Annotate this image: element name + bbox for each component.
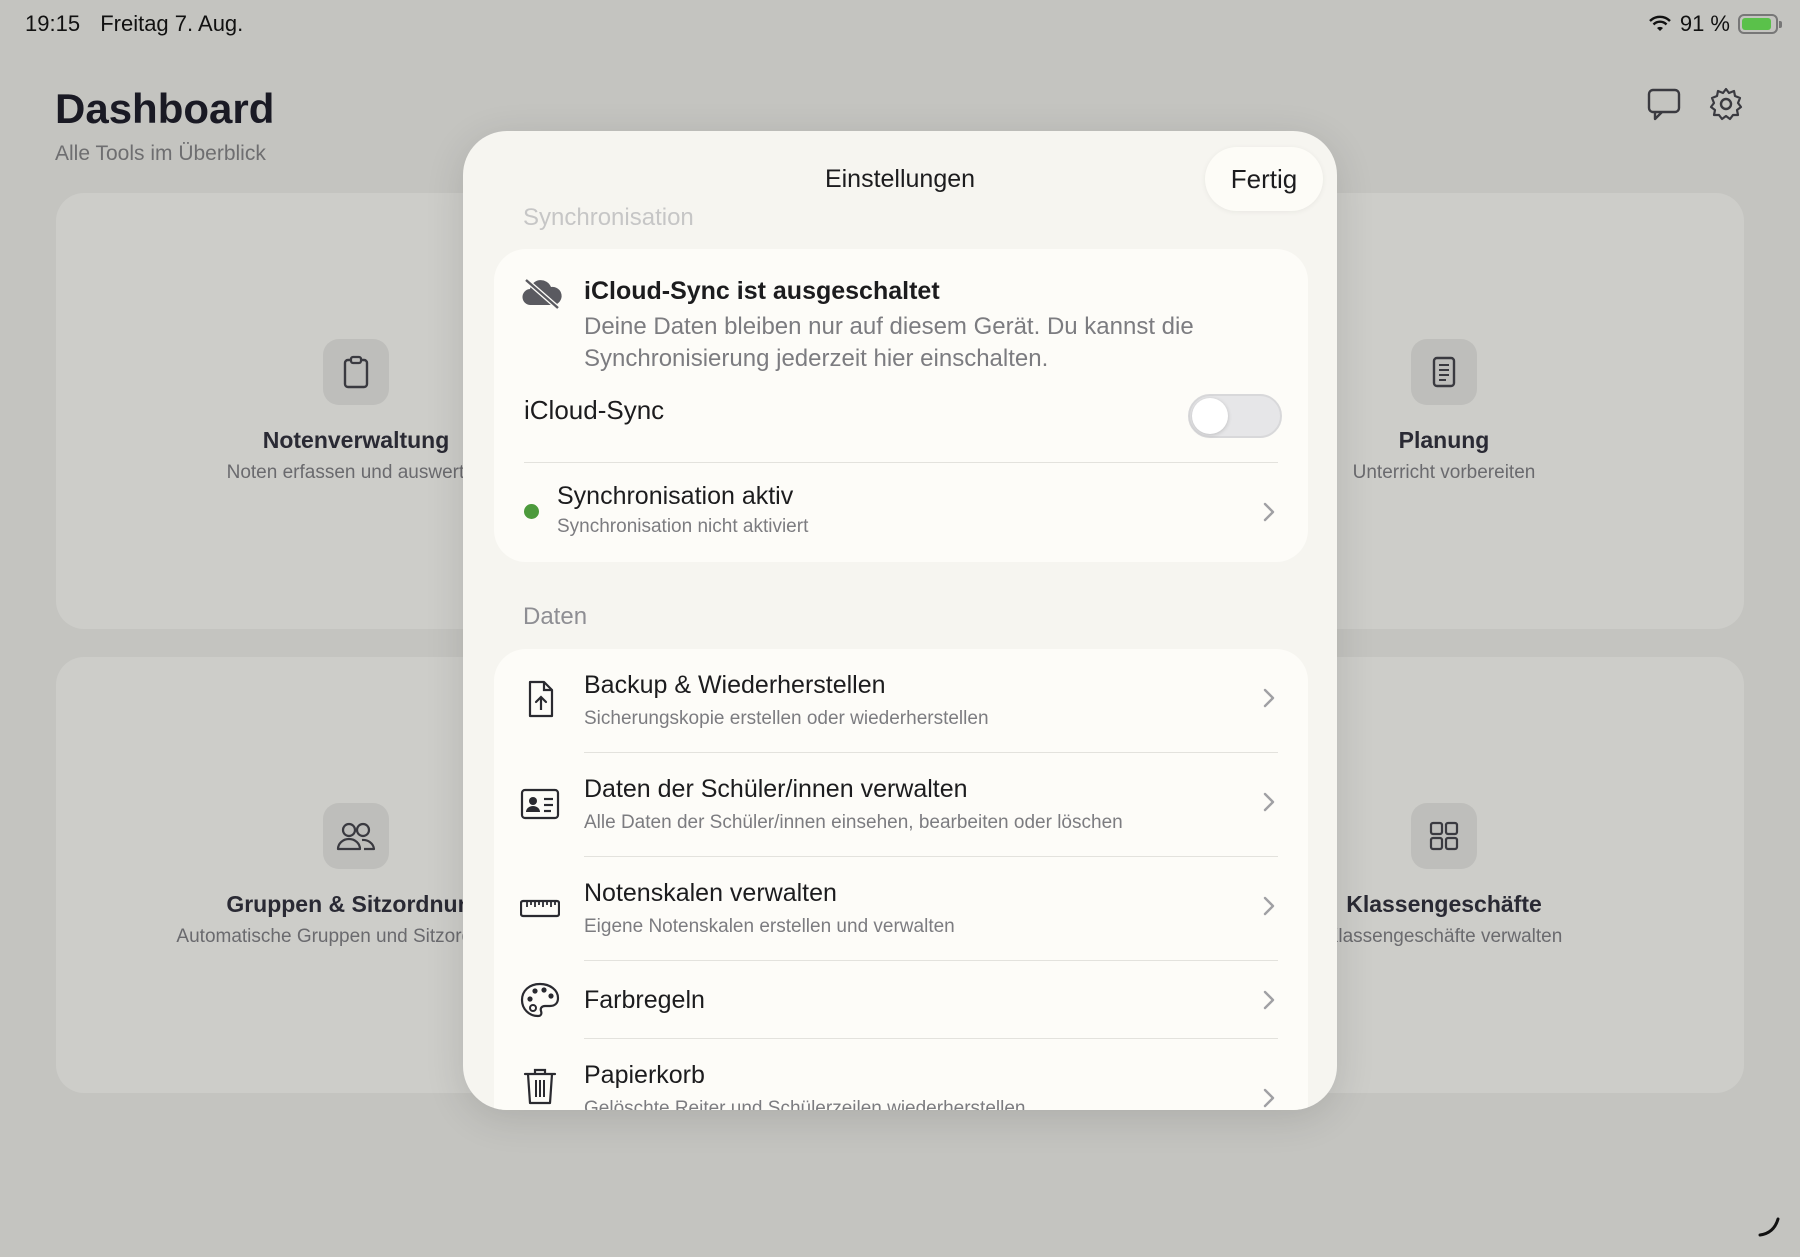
- row-title: Daten der Schüler/innen verwalten: [584, 775, 968, 803]
- card-icon-box: [1411, 802, 1477, 869]
- trash-icon: [523, 1068, 557, 1105]
- sync-active-row[interactable]: Synchronisation aktiv Synchronisation ni…: [494, 463, 1308, 562]
- battery-percent: 91 %: [1679, 11, 1730, 36]
- section-label-sync: Synchronisation: [523, 204, 694, 231]
- card-icon-box: [1411, 338, 1477, 405]
- row-subtitle: Sicherungskopie erstellen oder wiederher…: [584, 708, 989, 729]
- data-group: Backup & Wiederherstellen Sicherungskopi…: [494, 649, 1308, 1110]
- sync-active-subtitle: Synchronisation nicht aktiviert: [557, 516, 809, 537]
- page-title: Dashboard: [55, 85, 275, 132]
- row-student-data[interactable]: Daten der Schüler/innen verwalten Alle D…: [494, 753, 1308, 856]
- status-date: Freitag 7. Aug.: [100, 11, 244, 36]
- card-icon-box: [323, 338, 389, 405]
- clipboard-icon: [343, 355, 369, 388]
- row-title: Papierkorb: [584, 1061, 705, 1089]
- backup-doc-icon: [528, 680, 554, 718]
- card-title: Notenverwaltung: [262, 426, 450, 453]
- chevron-right-icon: [1263, 1088, 1275, 1108]
- battery-icon: [1738, 14, 1782, 34]
- row-trash[interactable]: Papierkorb Gelöschte Reiter und Schülerz…: [494, 1039, 1308, 1110]
- ruler-icon: [520, 899, 560, 918]
- sync-active-title: Synchronisation aktiv: [557, 482, 794, 510]
- chevron-right-icon: [1263, 502, 1275, 522]
- sync-status-description: Deine Daten bleiben nur auf diesem Gerät…: [584, 313, 1194, 372]
- section-label-data: Daten: [523, 603, 588, 630]
- card-icon-box: [323, 802, 389, 869]
- row-subtitle: Eigene Notenskalen erstellen und verwalt…: [584, 916, 955, 937]
- status-bar-right: 91 %: [1648, 11, 1782, 37]
- card-title: Gruppen & Sitzordnung: [226, 890, 486, 917]
- cloud-slash-icon: [522, 278, 562, 310]
- settings-sheet: Einstellungen Fertig Synchronisation iCl…: [463, 131, 1337, 1110]
- resize-handle-icon[interactable]: [1756, 1213, 1782, 1239]
- toggle-knob: [1192, 398, 1228, 434]
- row-subtitle: Alle Daten der Schüler/innen einsehen, b…: [584, 812, 1123, 833]
- page-subtitle: Alle Tools im Überblick: [55, 142, 266, 165]
- done-button[interactable]: Fertig: [1205, 147, 1323, 211]
- status-time: 19:15: [25, 11, 81, 36]
- sync-status-title: iCloud-Sync ist ausgeschaltet: [584, 277, 940, 305]
- chat-bubble-icon[interactable]: [1646, 86, 1682, 122]
- card-title: Klassengeschäfte: [1346, 890, 1542, 917]
- chevron-right-icon: [1263, 792, 1275, 812]
- row-subtitle: Gelöschte Reiter und Schülerzeilen wiede…: [584, 1098, 1026, 1110]
- chevron-right-icon: [1263, 990, 1275, 1010]
- people-icon: [336, 822, 376, 850]
- card-subtitle: Noten erfassen und auswerten: [226, 461, 486, 483]
- document-icon: [1432, 356, 1456, 387]
- row-title: Backup & Wiederherstellen: [584, 671, 886, 699]
- gear-icon[interactable]: [1708, 86, 1744, 122]
- chevron-right-icon: [1263, 896, 1275, 916]
- battery-fill: [1742, 18, 1772, 30]
- sync-group: iCloud-Sync ist ausgeschaltet Deine Date…: [494, 249, 1308, 562]
- wifi-icon: [1648, 15, 1671, 31]
- row-title: Farbregeln: [584, 986, 705, 1014]
- row-color-rules[interactable]: Farbregeln: [494, 961, 1308, 1038]
- card-title: Planung: [1398, 426, 1490, 453]
- chevron-right-icon: [1263, 688, 1275, 708]
- icloud-sync-label: iCloud-Sync: [524, 395, 665, 425]
- card-subtitle: Unterricht vorbereiten: [1352, 461, 1536, 483]
- card-subtitle: Klassengeschäfte verwalten: [1325, 925, 1563, 947]
- grid-icon: [1429, 821, 1459, 850]
- status-dot: [524, 504, 539, 519]
- id-card-icon: [520, 788, 560, 820]
- icloud-sync-toggle[interactable]: [1188, 394, 1282, 438]
- row-grade-scales[interactable]: Notenskalen verwalten Eigene Notenskalen…: [494, 857, 1308, 960]
- row-title: Notenskalen verwalten: [584, 879, 837, 907]
- palette-icon: [520, 982, 560, 1018]
- row-backup[interactable]: Backup & Wiederherstellen Sicherungskopi…: [494, 649, 1308, 752]
- status-bar-left: 19:15 Freitag 7. Aug.: [25, 11, 257, 37]
